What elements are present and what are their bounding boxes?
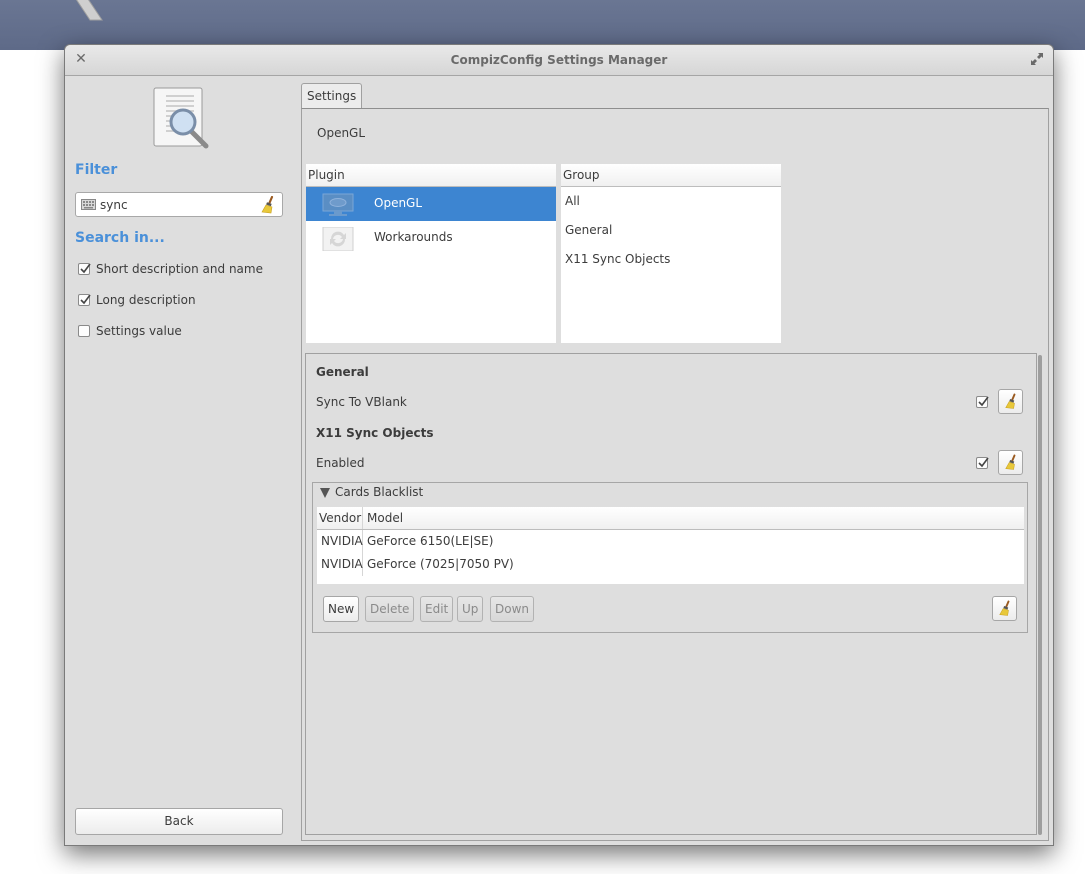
setting-label-sync-to-vblank: Sync To VBlank xyxy=(316,395,407,409)
reset-blacklist-button[interactable] xyxy=(992,596,1017,621)
model-cell: GeForce (7025|7050 PV) xyxy=(367,557,514,571)
up-button[interactable]: Up xyxy=(457,596,484,622)
group-item-all[interactable]: All xyxy=(561,187,781,216)
keyboard-icon xyxy=(81,199,96,210)
desktop-magnifier-icon xyxy=(76,0,103,21)
desktop-background xyxy=(0,0,1085,50)
table-row[interactable]: NVIDIA GeForce 6150(LE|SE) xyxy=(317,530,1024,553)
broom-icon xyxy=(1005,454,1016,470)
monitor-icon xyxy=(322,193,354,216)
group-list-header[interactable]: Group xyxy=(561,164,781,187)
vendor-cell: NVIDIA xyxy=(317,553,363,576)
delete-button[interactable]: Delete xyxy=(365,596,415,622)
group-item-general[interactable]: General xyxy=(561,216,781,245)
option-label: Long description xyxy=(96,293,196,307)
blacklist-table: Vendor Model NVIDIA GeForce 6150(LE|SE) … xyxy=(317,507,1024,584)
main-window: ✕ CompizConfig Settings Manager Filter s… xyxy=(64,44,1054,846)
group-title-x11-sync-objects: X11 Sync Objects xyxy=(316,426,434,440)
titlebar: ✕ CompizConfig Settings Manager xyxy=(65,45,1053,76)
plugin-item-opengl[interactable]: OpenGL xyxy=(306,187,556,221)
settings-scrollbar[interactable] xyxy=(1038,355,1042,835)
vendor-cell: NVIDIA xyxy=(317,530,363,553)
plugin-name: Workarounds xyxy=(374,230,453,244)
filter-sidebar: Filter Search in... Short description an… xyxy=(65,76,299,846)
model-cell: GeForce 6150(LE|SE) xyxy=(367,534,494,548)
reset-sync-to-vblank-button[interactable] xyxy=(998,389,1023,414)
back-button[interactable]: Back xyxy=(75,808,283,835)
table-row[interactable]: NVIDIA GeForce (7025|7050 PV) xyxy=(317,553,1024,576)
option-label: Settings value xyxy=(96,324,182,338)
filter-input[interactable] xyxy=(100,196,250,214)
window-title: CompizConfig Settings Manager xyxy=(450,53,668,67)
group-item-x11-sync-objects[interactable]: X11 Sync Objects xyxy=(561,245,781,274)
refresh-icon xyxy=(322,227,354,251)
new-button[interactable]: New xyxy=(323,596,360,622)
enabled-checkbox[interactable] xyxy=(976,457,989,469)
column-model[interactable]: Model xyxy=(363,507,403,529)
cards-blacklist-title[interactable]: Cards Blacklist xyxy=(335,485,423,499)
edit-button[interactable]: Edit xyxy=(420,596,454,622)
blacklist-header: Vendor Model xyxy=(317,507,1024,530)
group-title-general: General xyxy=(316,365,369,379)
plugin-item-workarounds[interactable]: Workarounds xyxy=(306,221,556,255)
plugin-name: OpenGL xyxy=(374,196,423,210)
filter-search-box xyxy=(75,192,283,217)
broom-icon xyxy=(999,600,1010,616)
plugin-heading: OpenGL xyxy=(317,126,366,140)
broom-icon xyxy=(1005,393,1016,409)
search-in-heading: Search in... xyxy=(75,230,165,246)
checkbox[interactable] xyxy=(78,263,91,275)
column-vendor[interactable]: Vendor xyxy=(317,507,363,529)
plugin-list: Plugin OpenGL Workarounds xyxy=(306,164,556,343)
expander-arrow-icon[interactable] xyxy=(320,488,330,498)
option-long-description[interactable]: Long description xyxy=(78,291,196,309)
checkbox[interactable] xyxy=(78,294,91,306)
maximize-icon[interactable] xyxy=(1029,51,1045,67)
checkbox[interactable] xyxy=(78,325,90,337)
reset-enabled-button[interactable] xyxy=(998,450,1023,475)
setting-label-enabled: Enabled xyxy=(316,456,365,470)
option-settings-value[interactable]: Settings value xyxy=(78,322,182,340)
tab-settings[interactable]: Settings xyxy=(301,83,363,108)
sync-to-vblank-checkbox[interactable] xyxy=(976,396,989,408)
clear-filter-broom-icon[interactable] xyxy=(260,196,276,214)
document-search-icon xyxy=(153,87,209,149)
option-short-description[interactable]: Short description and name xyxy=(78,260,263,278)
option-label: Short description and name xyxy=(96,262,263,276)
plugin-list-header[interactable]: Plugin xyxy=(306,164,556,187)
group-list: Group All General X11 Sync Objects xyxy=(561,164,781,343)
down-button[interactable]: Down xyxy=(490,596,535,622)
filter-heading: Filter xyxy=(75,162,118,178)
